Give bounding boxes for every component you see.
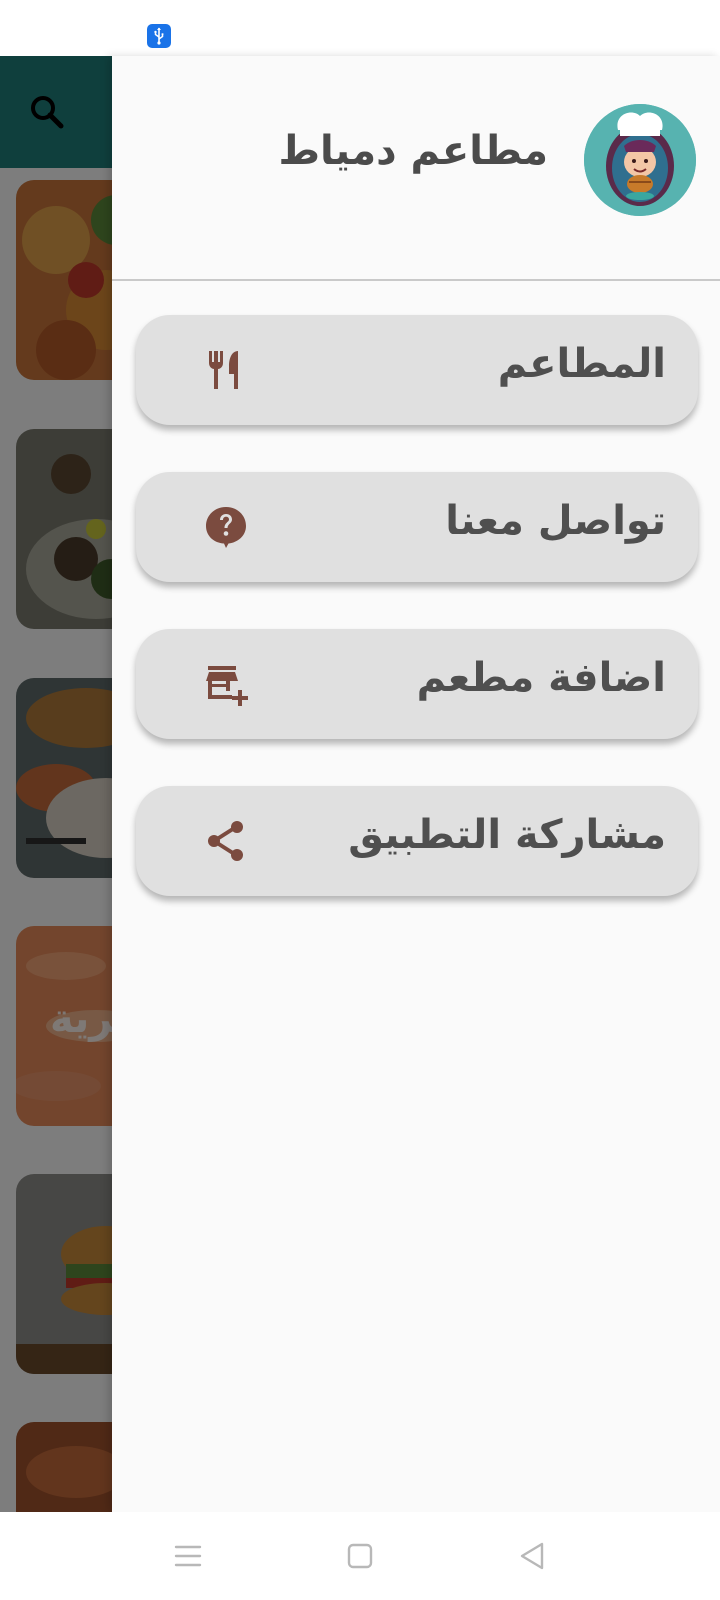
usb-icon — [147, 24, 171, 48]
menu-item-share-app[interactable]: مشاركة التطبيق — [136, 786, 698, 896]
back-icon[interactable] — [512, 1536, 552, 1576]
menu-item-label: اضافة مطعم — [416, 655, 666, 701]
home-icon[interactable] — [340, 1536, 380, 1576]
app-title: مطاعم دمياط — [278, 128, 548, 174]
menu-item-label: المطاعم — [497, 341, 666, 387]
menu-item-label: مشاركة التطبيق — [348, 812, 666, 858]
chef-logo-icon — [584, 104, 696, 216]
share-icon — [204, 819, 248, 863]
system-nav-bar — [0, 1512, 720, 1600]
navigation-drawer: مطاعم دمياط المطاعم تواصل معنا اضافة مطع… — [112, 56, 720, 1512]
menu-item-contact-us[interactable]: تواصل معنا — [136, 472, 698, 582]
help-bubble-icon — [204, 505, 248, 549]
menu-item-label: تواصل معنا — [445, 498, 666, 544]
fork-knife-icon — [204, 348, 248, 392]
menu-item-restaurants[interactable]: المطاعم — [136, 315, 698, 425]
menu-icon[interactable] — [168, 1536, 208, 1576]
add-store-icon — [204, 662, 248, 706]
drawer-header: مطاعم دمياط — [112, 56, 720, 280]
status-bar — [0, 0, 720, 56]
screen: بحرية — [0, 0, 720, 1600]
menu-item-add-restaurant[interactable]: اضافة مطعم — [136, 629, 698, 739]
drawer-divider — [112, 279, 720, 281]
